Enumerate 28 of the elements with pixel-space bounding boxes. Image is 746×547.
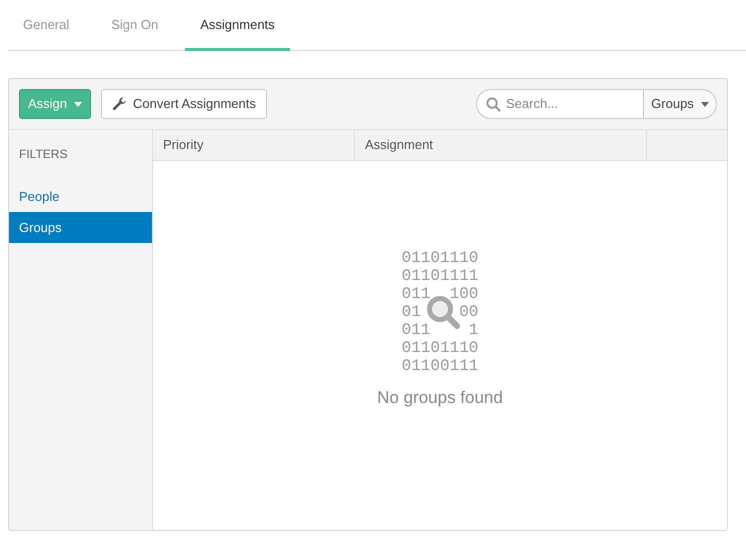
convert-assignments-button[interactable]: Convert Assignments bbox=[101, 89, 267, 119]
binary-text: 100 bbox=[450, 285, 478, 303]
search-field[interactable]: Search... bbox=[506, 94, 636, 114]
binary-text: 01101110 bbox=[402, 249, 478, 267]
scope-dropdown[interactable]: Groups bbox=[644, 89, 717, 119]
binary-text: 011 bbox=[402, 321, 430, 339]
tab[interactable]: General bbox=[8, 0, 84, 51]
binary-text: 01100111 bbox=[402, 357, 478, 375]
tab[interactable]: Assignments bbox=[185, 0, 290, 51]
binary-text: 01 bbox=[402, 303, 421, 321]
filter-item[interactable]: People bbox=[9, 181, 152, 212]
search-icon bbox=[486, 96, 501, 112]
wrench-icon bbox=[112, 96, 128, 112]
search-box[interactable]: Search... bbox=[476, 89, 644, 119]
binary-text: 01101111 bbox=[402, 267, 478, 285]
caret-icon bbox=[700, 102, 709, 106]
binary-text: 011 bbox=[402, 285, 430, 303]
empty-message: No groups found bbox=[377, 387, 503, 409]
tab[interactable]: Sign On bbox=[96, 0, 174, 51]
column-header: Assignment bbox=[355, 130, 647, 160]
filters-heading: FILTERS bbox=[18, 146, 68, 163]
binary-text: 00 bbox=[459, 303, 478, 321]
assign-button[interactable]: Assign bbox=[19, 89, 92, 119]
column-header: Priority bbox=[153, 130, 355, 160]
binary-text: 01101110 bbox=[402, 339, 478, 357]
filter-item[interactable]: Groups bbox=[9, 212, 152, 243]
binary-text: 1 bbox=[468, 321, 478, 339]
caret-icon bbox=[74, 102, 82, 106]
